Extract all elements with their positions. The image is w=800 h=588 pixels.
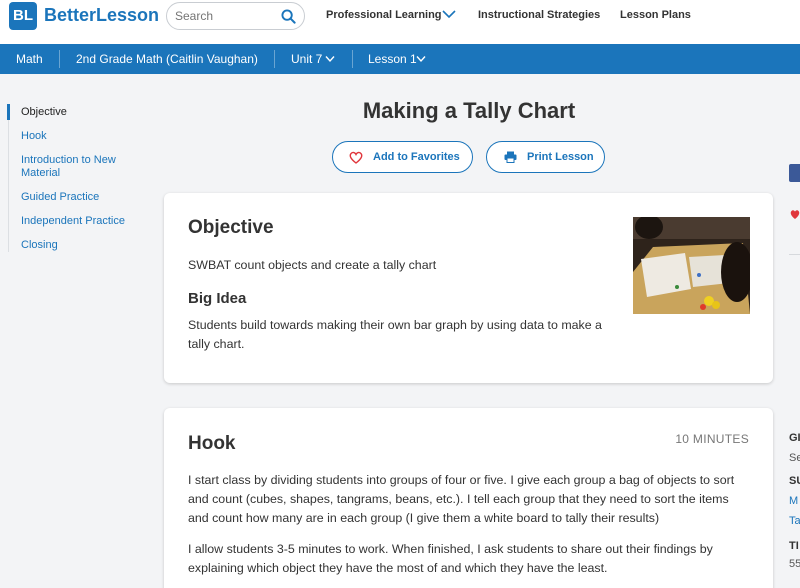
add-to-favorites-button[interactable]: Add to Favorites <box>332 141 473 173</box>
sidebar-track <box>8 104 9 252</box>
breadcrumb-lesson[interactable]: Lesson 1 <box>368 52 417 66</box>
sidebar-item-guided-practice[interactable]: Guided Practice <box>21 191 136 204</box>
course-breadcrumb-bar: Math 2nd Grade Math (Caitlin Vaughan) Un… <box>0 44 800 74</box>
sidebar-item-hook[interactable]: Hook <box>21 130 136 143</box>
hook-paragraph: I start class by dividing students into … <box>188 473 735 525</box>
top-header: BL BetterLesson Professional Learning In… <box>0 0 800 44</box>
facebook-share-icon[interactable] <box>789 164 800 182</box>
subject-label: SU <box>789 475 800 487</box>
breadcrumb-unit[interactable]: Unit 7 <box>291 52 322 66</box>
heart-icon <box>349 151 363 164</box>
add-to-favorites-label: Add to Favorites <box>373 151 460 163</box>
chevron-down-icon[interactable] <box>325 55 335 63</box>
nav-professional-learning[interactable]: Professional Learning <box>326 9 442 21</box>
search-icon[interactable] <box>281 9 296 24</box>
time-value: 55 <box>789 558 800 570</box>
objective-card: Objective SWBAT count objects and create… <box>164 193 773 383</box>
big-idea-heading: Big Idea <box>188 290 247 307</box>
search-box[interactable] <box>166 2 305 30</box>
tag-link[interactable]: Ta <box>789 515 800 527</box>
print-lesson-label: Print Lesson <box>527 151 594 163</box>
big-idea-text: Students build towards making their own … <box>188 318 602 351</box>
logo-mark[interactable]: BL <box>9 2 37 30</box>
lesson-thumbnail-image[interactable] <box>633 217 750 314</box>
sidebar-active-indicator <box>7 104 10 120</box>
nav-instructional-strategies[interactable]: Instructional Strategies <box>478 9 600 21</box>
breadcrumb-divider <box>274 50 275 68</box>
sidebar-item-objective[interactable]: Objective <box>21 106 136 119</box>
sidebar-item-introduction[interactable]: Introduction to New Material <box>21 154 136 180</box>
hook-card: Hook 10 MINUTES I start class by dividin… <box>164 408 773 588</box>
classroom-photo <box>633 217 750 314</box>
grade-label: GI <box>789 432 800 444</box>
right-divider <box>789 254 800 255</box>
printer-icon <box>504 151 517 163</box>
objective-text: SWBAT count objects and create a tally c… <box>188 258 437 272</box>
search-input[interactable] <box>175 9 275 23</box>
breadcrumb-course[interactable]: 2nd Grade Math (Caitlin Vaughan) <box>76 52 258 66</box>
subject-link[interactable]: M <box>789 495 798 507</box>
breadcrumb-subject[interactable]: Math <box>16 52 43 66</box>
page-title: Making a Tally Chart <box>362 98 576 123</box>
heart-icon[interactable] <box>790 209 800 220</box>
print-lesson-button[interactable]: Print Lesson <box>486 141 605 173</box>
hook-heading: Hook <box>188 433 236 454</box>
hook-duration: 10 MINUTES <box>675 432 749 446</box>
logo-text[interactable]: BetterLesson <box>44 5 159 26</box>
breadcrumb-divider <box>59 50 60 68</box>
objective-heading: Objective <box>188 217 274 238</box>
grade-value: Se <box>789 452 800 464</box>
chevron-down-icon[interactable] <box>416 55 426 63</box>
breadcrumb-divider <box>352 50 353 68</box>
time-label: TI <box>789 540 799 552</box>
hook-paragraph: I allow students 3-5 minutes to work. Wh… <box>188 542 713 575</box>
chevron-down-icon[interactable] <box>442 9 456 19</box>
sidebar-item-closing[interactable]: Closing <box>21 239 136 252</box>
sidebar-item-independent-practice[interactable]: Independent Practice <box>21 215 136 228</box>
nav-lesson-plans[interactable]: Lesson Plans <box>620 9 691 21</box>
